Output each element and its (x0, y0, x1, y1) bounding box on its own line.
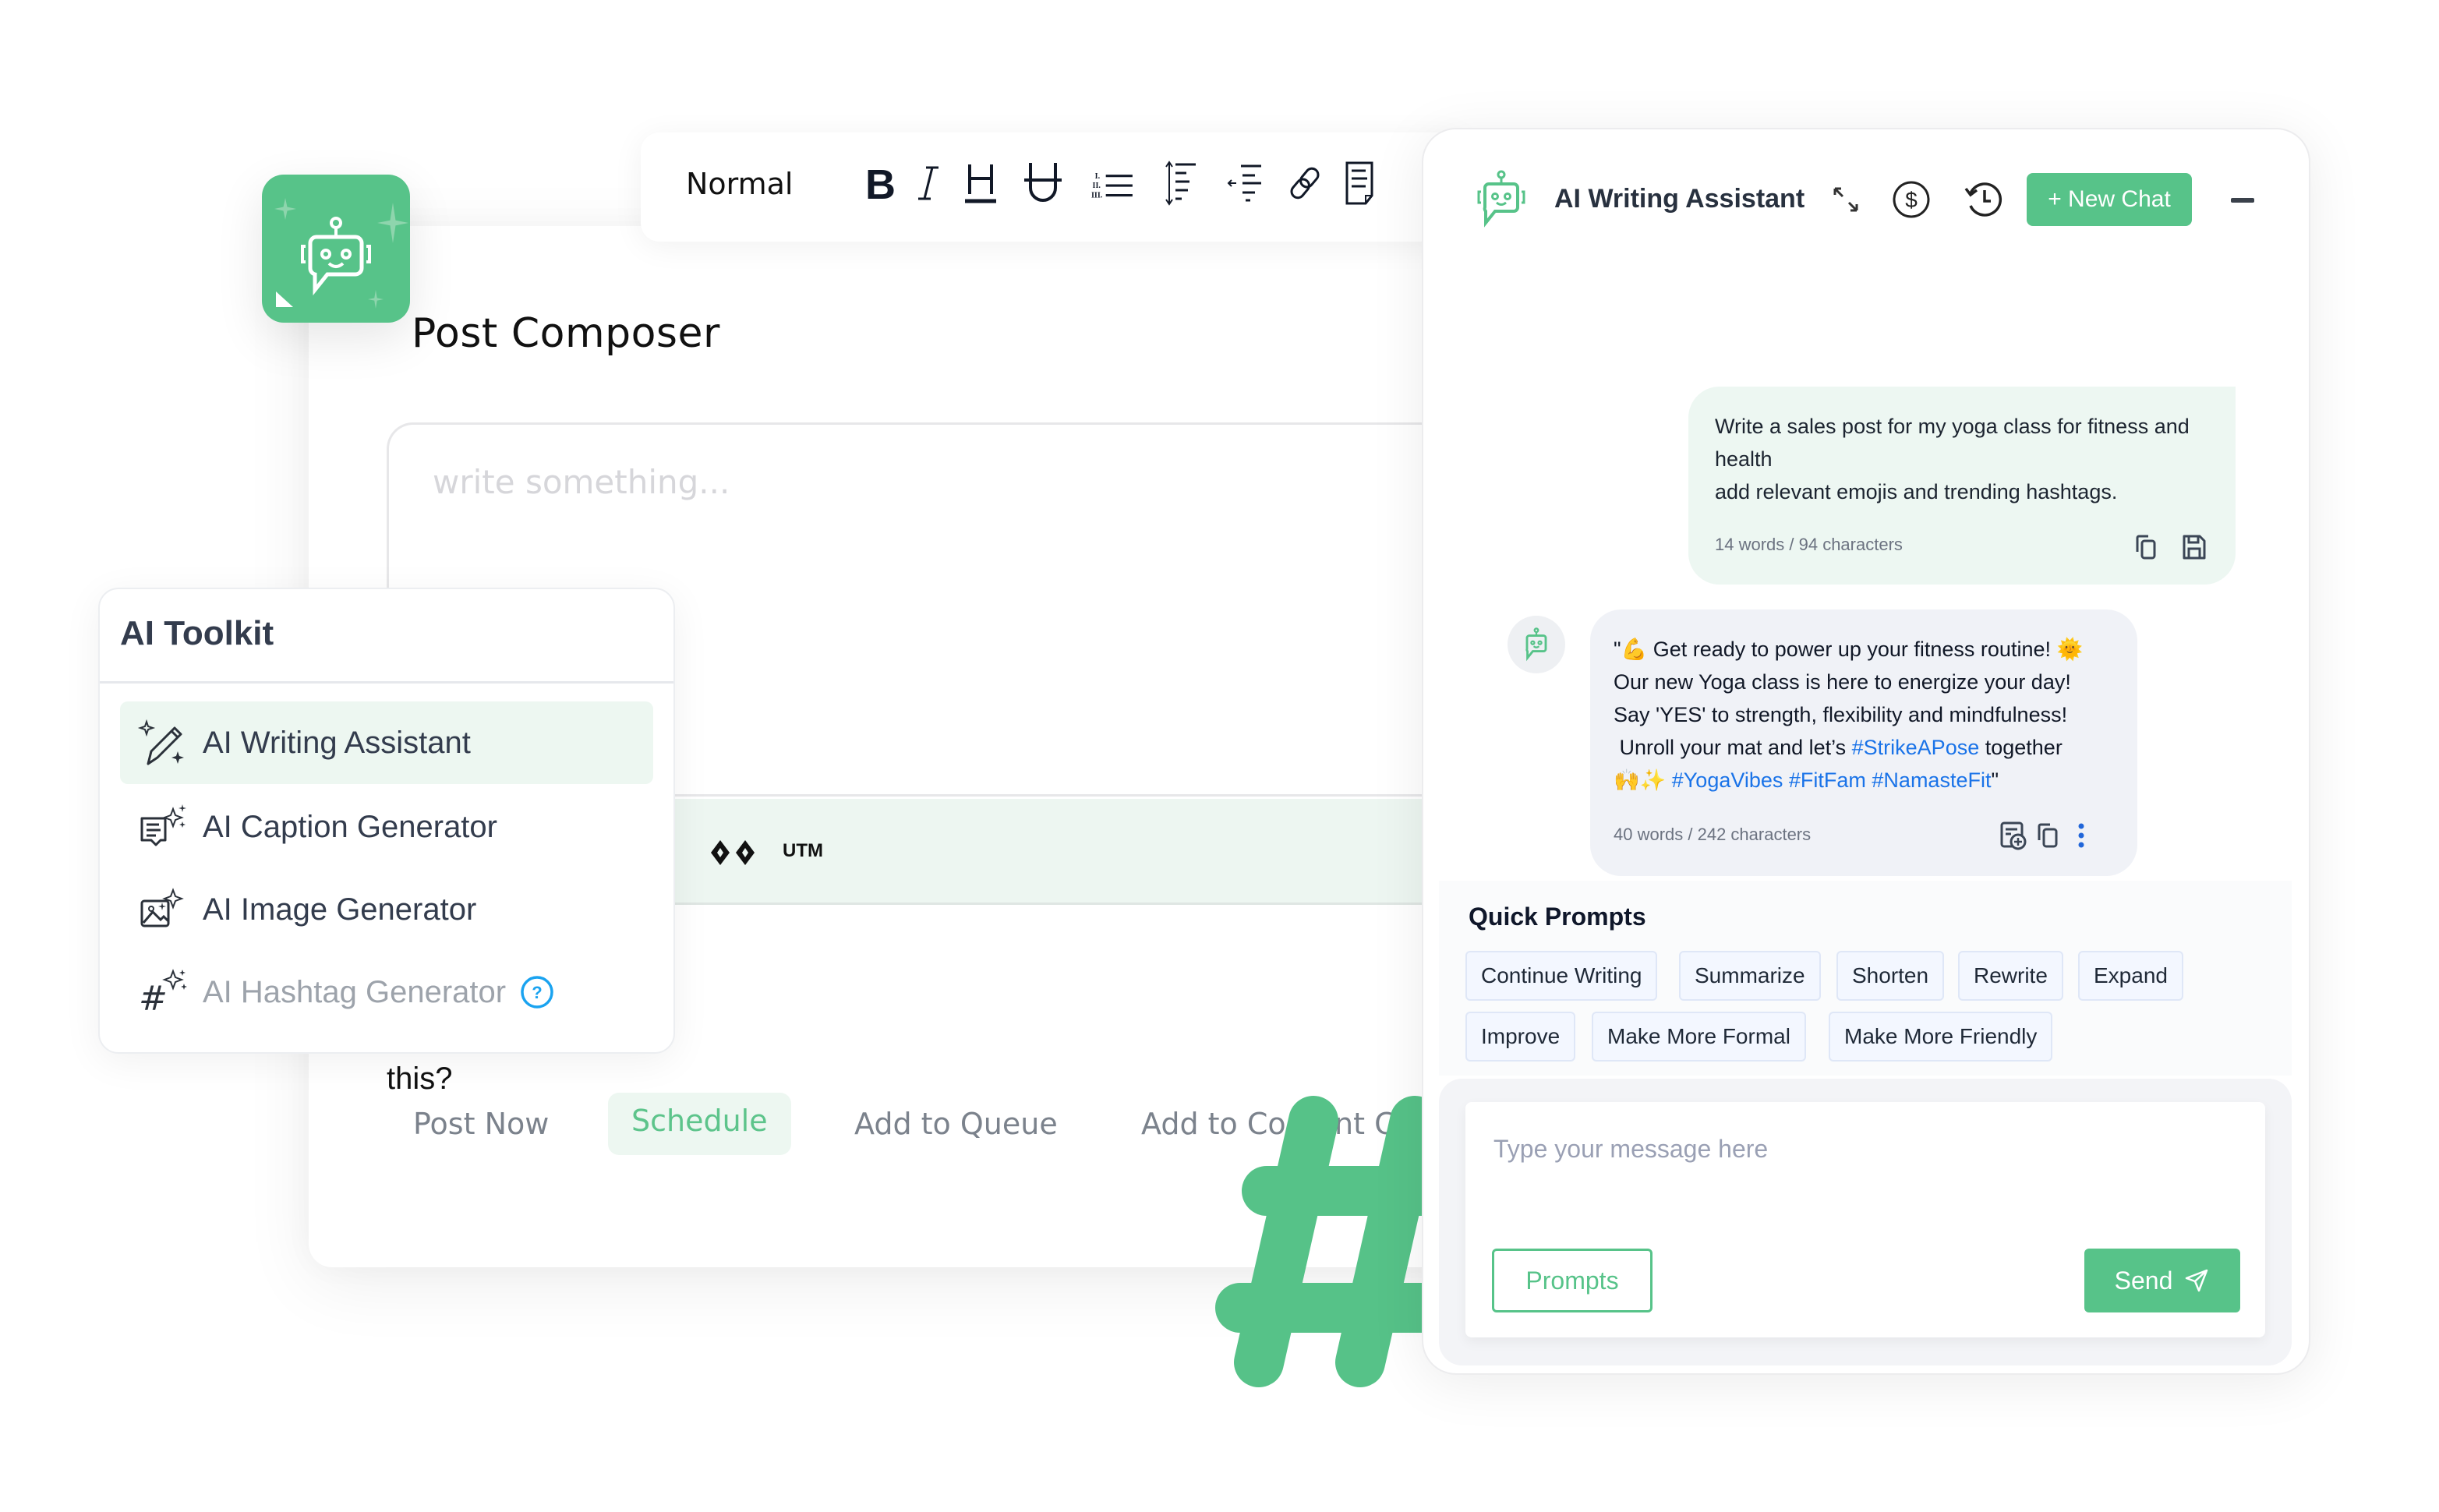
send-button[interactable]: Send (2084, 1249, 2240, 1312)
message-text: Unroll your mat and let’s (1614, 736, 1852, 759)
toolkit-item-label: AI Hashtag Generator (203, 974, 507, 1009)
underline-button[interactable] (1020, 156, 1066, 210)
svg-text:#: # (139, 979, 168, 1018)
emoji-text: 🙌✨ (1614, 768, 1672, 792)
ai-assistant-app-icon (262, 175, 410, 323)
numbered-list-button[interactable]: I. II. III. (1090, 156, 1136, 210)
svg-text:II.: II. (1093, 182, 1101, 190)
heading-button[interactable] (957, 156, 1004, 210)
line-height-icon (1165, 161, 1196, 206)
heading-icon (965, 164, 996, 203)
add-to-editor-icon[interactable] (1997, 820, 2028, 851)
send-icon (2186, 1269, 2208, 1292)
utm-label: UTM (783, 840, 823, 861)
svg-text:?: ? (532, 983, 542, 1002)
link-button[interactable] (1281, 156, 1328, 210)
history-icon[interactable] (1961, 178, 2005, 221)
send-label: Send (2114, 1266, 2173, 1295)
more-options-icon[interactable] (2066, 820, 2097, 851)
user-message-count: 14 words / 94 characters (1715, 535, 1903, 554)
toolkit-title: AI Toolkit (120, 614, 274, 652)
help-icon[interactable]: ? (520, 975, 554, 1009)
quick-prompt-rewrite[interactable]: Rewrite (1958, 951, 2063, 1001)
prompts-button[interactable]: Prompts (1492, 1249, 1653, 1312)
underline-icon (1024, 163, 1062, 202)
image-sparkle-icon (140, 888, 184, 927)
italic-icon (918, 166, 938, 200)
hashtag-links[interactable]: #YogaVibes #FitFam #NamasteFit (1672, 768, 1992, 792)
svg-text:B: B (865, 161, 896, 207)
svg-text:I.: I. (1095, 172, 1101, 181)
document-icon (1345, 161, 1373, 205)
outdent-icon (1227, 164, 1261, 202)
link-icon (1290, 167, 1320, 200)
assistant-message-line: 🙌✨ #YogaVibes #FitFam #NamasteFit" (1614, 764, 2120, 797)
question-fragment: this? (387, 1062, 453, 1096)
assistant-message-line: Unroll your mat and let’s #StrikeAPose t… (1614, 731, 2120, 764)
hashtag-sparkle-icon: # (139, 969, 187, 1018)
editor-placeholder: write something... (433, 463, 730, 501)
toolkit-item-ai-writing-assistant[interactable]: AI Writing Assistant (120, 701, 653, 784)
robot-chat-icon (274, 198, 408, 309)
quick-prompt-continue-writing[interactable]: Continue Writing (1465, 951, 1658, 1001)
toolkit-divider (100, 681, 673, 684)
message-text: together (1979, 736, 2063, 759)
quick-prompt-improve[interactable]: Improve (1465, 1012, 1576, 1062)
hashtag-link[interactable]: #StrikeAPose (1852, 736, 1980, 759)
toolkit-item-ai-caption-generator[interactable]: AI Caption Generator (120, 786, 653, 868)
quick-prompt-shorten[interactable]: Shorten (1836, 951, 1945, 1001)
utm-icon (711, 840, 755, 865)
quick-prompt-make-more-friendly[interactable]: Make More Friendly (1829, 1012, 2053, 1062)
assistant-message-count: 40 words / 242 characters (1614, 825, 1812, 844)
message-input-placeholder: Type your message here (1493, 1135, 1769, 1163)
italic-button[interactable] (906, 156, 953, 210)
post-now-tab[interactable]: Post Now (390, 1093, 572, 1155)
user-message-line: add relevant emojis and trending hashtag… (1715, 480, 2118, 503)
text-style-select[interactable]: Normal (686, 167, 794, 201)
magic-pencil-icon (137, 719, 184, 765)
copy-icon[interactable] (2031, 820, 2063, 851)
assistant-message-bubble: "💪 Get ready to power up your fitness ro… (1590, 609, 2137, 876)
caption-sparkle-icon (140, 804, 186, 846)
credits-dollar-icon[interactable]: $ (1889, 178, 1933, 221)
toolkit-item-ai-hashtag-generator[interactable]: # AI Hashtag Generator ? (120, 951, 653, 1033)
svg-text:$: $ (1905, 188, 1918, 212)
quick-prompt-expand[interactable]: Expand (2078, 951, 2183, 1001)
assistant-title: AI Writing Assistant (1554, 184, 1805, 214)
robot-chat-icon (1525, 627, 1547, 662)
add-to-queue-tab[interactable]: Add to Queue (831, 1093, 1081, 1155)
document-button[interactable] (1336, 156, 1383, 210)
user-message-line: Write a sales post for my yoga class for… (1715, 415, 2190, 471)
toolkit-item-ai-image-generator[interactable]: AI Image Generator (120, 868, 653, 951)
svg-text:III.: III. (1091, 192, 1103, 200)
copy-icon[interactable] (2130, 532, 2161, 563)
toolkit-item-label: AI Image Generator (203, 892, 477, 927)
line-height-button[interactable] (1160, 156, 1207, 210)
bot-avatar (1508, 616, 1565, 673)
composer-title: Post Composer (412, 310, 720, 357)
new-chat-button[interactable]: + New Chat (2027, 173, 2192, 226)
quick-prompts-title: Quick Prompts (1469, 903, 1646, 931)
toolkit-item-label: AI Writing Assistant (203, 725, 471, 760)
expand-icon[interactable] (1824, 178, 1868, 221)
minimize-icon[interactable] (2231, 198, 2254, 203)
schedule-tab[interactable]: Schedule (608, 1093, 791, 1155)
user-message-text: Write a sales post for my yoga class for… (1715, 410, 2214, 508)
bold-button[interactable]: B (857, 156, 904, 210)
assistant-message-line: Say 'YES' to strength, flexibility and m… (1614, 703, 2068, 726)
hashtag-decoration-icon (1215, 1096, 1438, 1387)
toolkit-item-label: AI Caption Generator (203, 809, 497, 844)
outdent-button[interactable] (1222, 156, 1269, 210)
bold-icon: B (865, 161, 896, 207)
assistant-message-line: "💪 Get ready to power up your fitness ro… (1614, 638, 2084, 661)
assistant-message-text: "💪 Get ready to power up your fitness ro… (1614, 633, 2120, 797)
quick-prompt-summarize[interactable]: Summarize (1679, 951, 1821, 1001)
message-text: " (1991, 768, 1999, 792)
user-message-bubble: Write a sales post for my yoga class for… (1688, 387, 2236, 585)
robot-chat-icon (1477, 170, 1525, 228)
quick-prompt-make-more-formal[interactable]: Make More Formal (1592, 1012, 1806, 1062)
save-icon[interactable] (2178, 532, 2209, 563)
numbered-list-icon: I.II. III. (1091, 172, 1133, 200)
assistant-message-line: Our new Yoga class is here to energize y… (1614, 670, 2071, 694)
